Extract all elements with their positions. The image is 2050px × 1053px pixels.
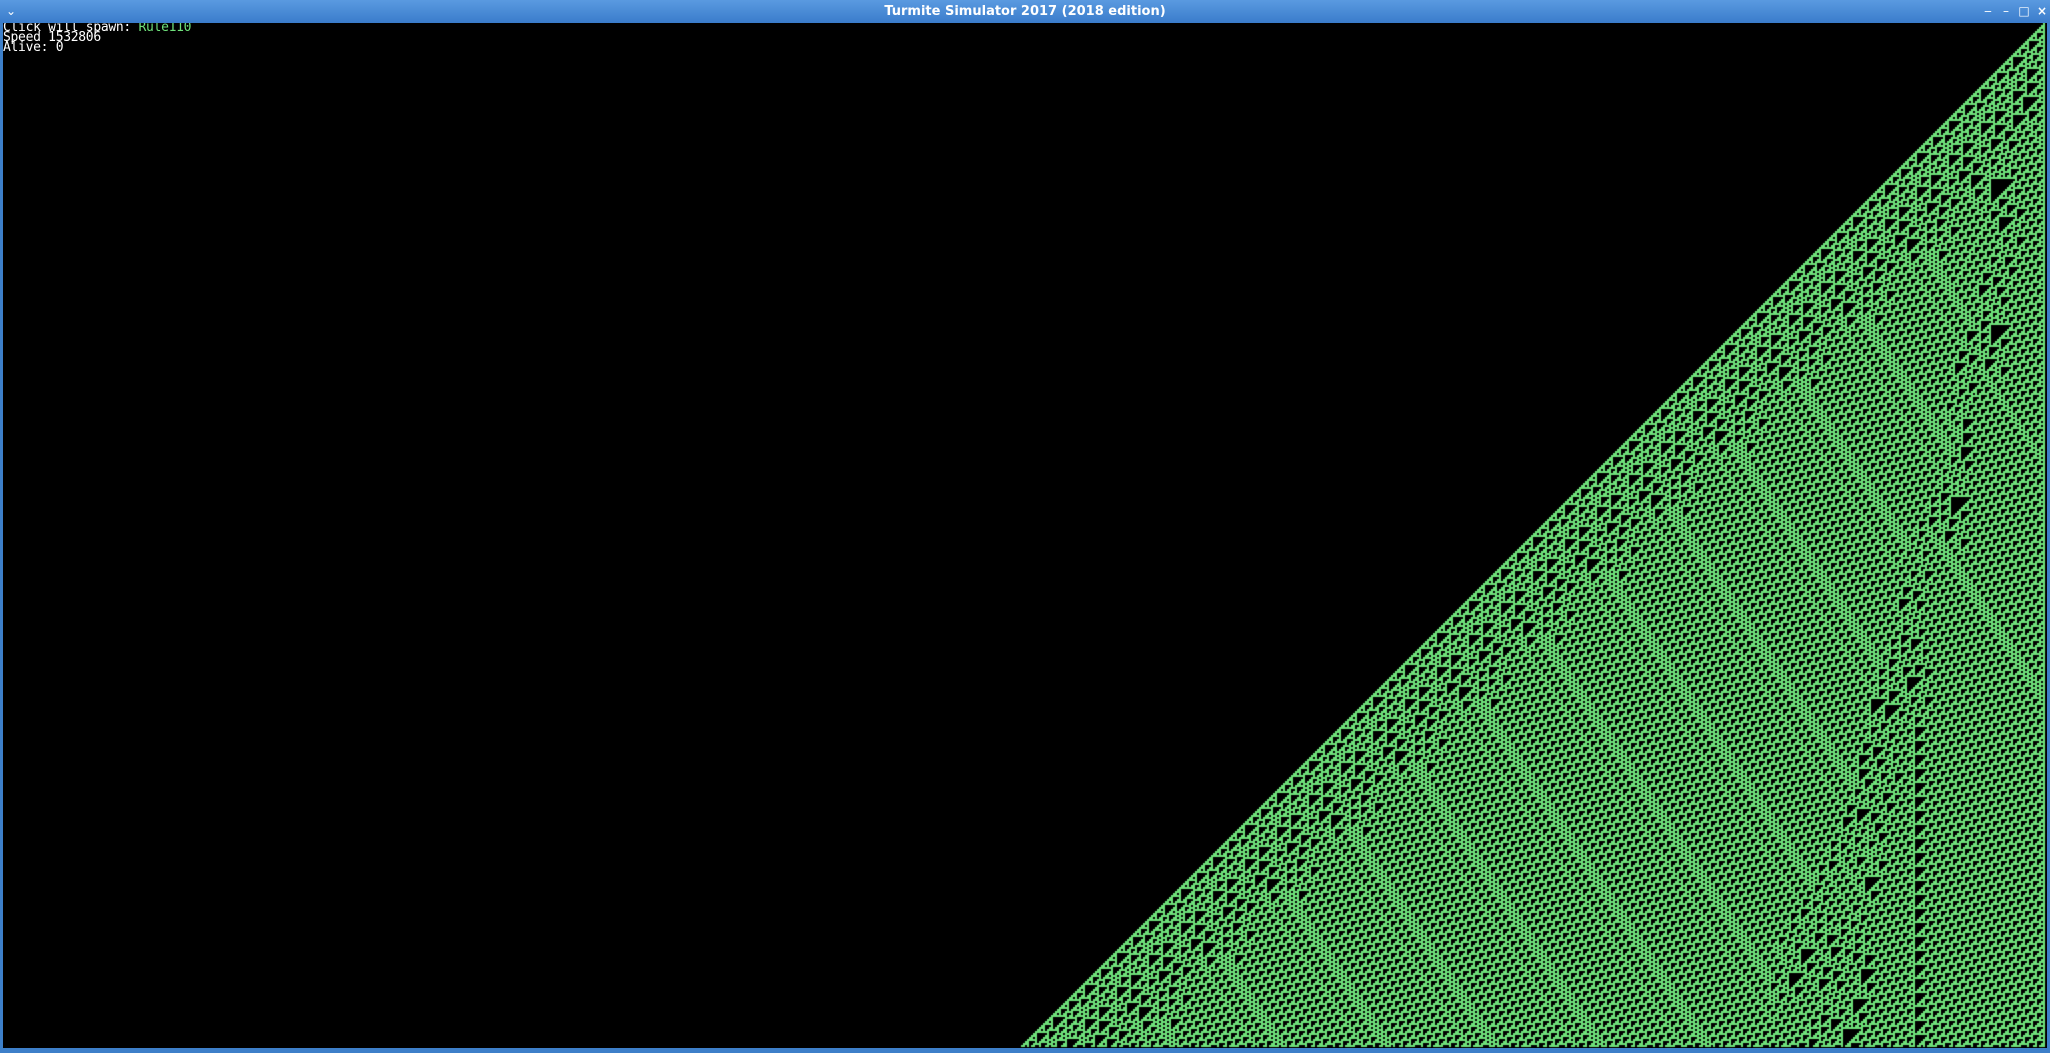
simulation-viewport[interactable]: Click will spawn: Rule110 Speed 1532806 … [3,23,2047,1048]
hud-overlay: Click will spawn: Rule110 Speed 1532806 … [3,23,192,55]
alive-label: Alive: [3,40,56,55]
alive-value: 0 [55,40,64,55]
title-bar[interactable]: ⌄ Turmite Simulator 2017 (2018 edition) … [0,0,2050,23]
maximize-button[interactable]: □ [2016,3,2032,19]
window-title: Turmite Simulator 2017 (2018 edition) [884,4,1166,19]
minimize-button[interactable]: – [1998,3,2014,19]
simulation-canvas[interactable] [3,23,2047,1048]
spawn-value: Rule110 [138,23,192,35]
window-bottom-border [0,1048,2050,1053]
shade-button[interactable]: ‒ [1980,3,1996,19]
chevron-down-icon[interactable]: ⌄ [4,4,18,18]
close-button[interactable]: × [2034,3,2050,19]
app-window: ⌄ Turmite Simulator 2017 (2018 edition) … [0,0,2050,1053]
